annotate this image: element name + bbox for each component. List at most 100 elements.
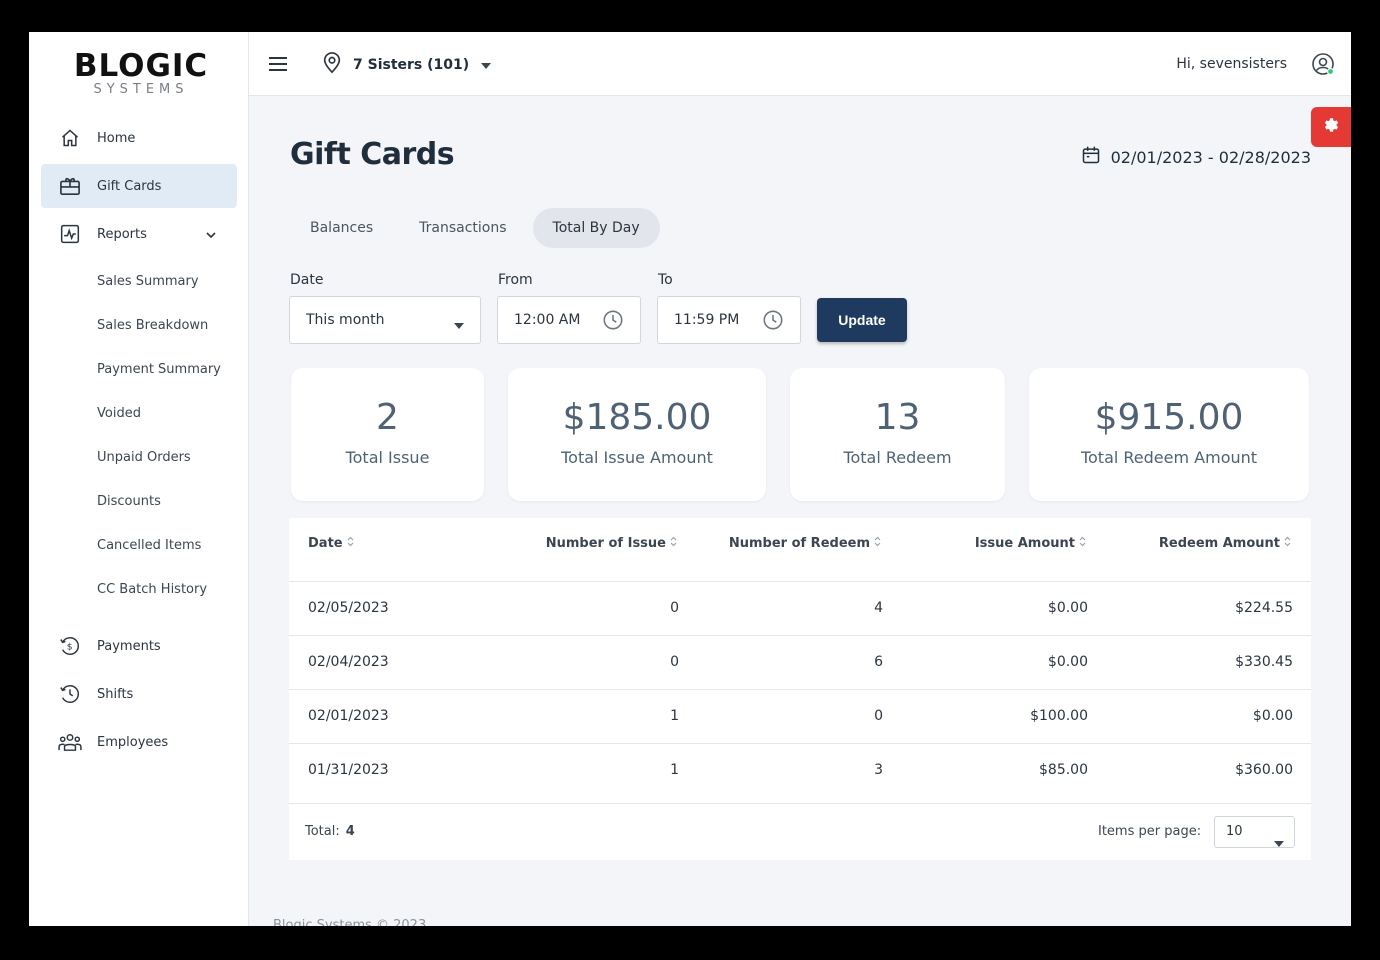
update-button[interactable]: Update bbox=[817, 298, 907, 342]
sidebar: BLOGIC SYSTEMS Home Gift Cards Reports S… bbox=[29, 32, 249, 926]
summary-label: Total Redeem bbox=[843, 448, 952, 467]
tab-balances[interactable]: Balances bbox=[290, 208, 393, 248]
reports-icon bbox=[58, 222, 82, 246]
caret-down-icon bbox=[454, 317, 464, 333]
summary-value: $915.00 bbox=[1094, 397, 1244, 438]
table-header: Date Number of Issue Number of Redeem Is… bbox=[289, 518, 1311, 582]
cell-number-of-redeem: 6 bbox=[874, 654, 883, 670]
sidebar-item-label: Home bbox=[97, 130, 136, 146]
shifts-icon bbox=[58, 682, 82, 706]
sidebar-item-label: Payments bbox=[97, 638, 161, 654]
from-time-label: From bbox=[498, 272, 533, 288]
clock-icon[interactable] bbox=[762, 309, 784, 335]
cell-issue-amount: $100.00 bbox=[1030, 708, 1088, 724]
caret-down-icon bbox=[481, 57, 492, 73]
column-header-label: Issue Amount bbox=[974, 536, 1075, 551]
sidebar-item-label: Gift Cards bbox=[97, 178, 162, 194]
sidebar-item-reports[interactable]: Reports bbox=[41, 212, 237, 256]
logo-main: BLOGIC bbox=[73, 48, 209, 84]
cell-date: 02/04/2023 bbox=[308, 654, 389, 670]
tab-transactions[interactable]: Transactions bbox=[399, 208, 526, 248]
app-screen: BLOGIC SYSTEMS Home Gift Cards Reports S… bbox=[29, 32, 1351, 926]
sidebar-subitem-payment-summary[interactable]: Payment Summary bbox=[97, 360, 221, 380]
items-per-page-value: 10 bbox=[1226, 824, 1243, 839]
tab-bar: Balances Transactions Total By Day bbox=[290, 208, 666, 248]
to-time-label: To bbox=[658, 272, 673, 288]
sidebar-subitem-voided[interactable]: Voided bbox=[97, 404, 141, 424]
cell-number-of-redeem: 0 bbox=[874, 708, 883, 724]
from-time-value: 12:00 AM bbox=[514, 312, 581, 328]
date-select[interactable]: This month bbox=[289, 296, 481, 344]
summary-label: Total Issue Amount bbox=[561, 448, 713, 467]
user-avatar-icon[interactable] bbox=[1311, 52, 1335, 76]
employees-icon bbox=[58, 730, 82, 754]
table-row: 02/01/2023 1 0 $100.00 $0.00 bbox=[289, 690, 1311, 744]
summary-card-total-redeem-amount: $915.00 Total Redeem Amount bbox=[1029, 368, 1309, 501]
sidebar-subitem-cancelled-items[interactable]: Cancelled Items bbox=[97, 536, 201, 556]
cell-number-of-redeem: 4 bbox=[874, 600, 883, 616]
column-header-issue-amount[interactable]: Issue Amount bbox=[975, 536, 1086, 551]
sidebar-item-shifts[interactable]: Shifts bbox=[41, 672, 237, 716]
cell-date: 02/01/2023 bbox=[308, 708, 389, 724]
sidebar-item-payments[interactable]: $ Payments bbox=[41, 624, 237, 668]
column-header-label: Date bbox=[308, 536, 343, 551]
logo[interactable]: BLOGIC SYSTEMS bbox=[61, 50, 221, 97]
sidebar-subitem-unpaid-orders[interactable]: Unpaid Orders bbox=[97, 448, 191, 468]
sort-icon bbox=[347, 536, 354, 551]
items-per-page-select[interactable]: 10 bbox=[1214, 816, 1295, 848]
sidebar-subitem-sales-summary[interactable]: Sales Summary bbox=[97, 272, 199, 292]
sort-icon bbox=[1284, 536, 1291, 551]
column-header-label: Redeem Amount bbox=[1158, 536, 1280, 551]
summary-value: 13 bbox=[874, 397, 921, 438]
summary-card-total-issue-amount: $185.00 Total Issue Amount bbox=[508, 368, 766, 501]
sidebar-subitem-sales-breakdown[interactable]: Sales Breakdown bbox=[97, 316, 208, 336]
clock-icon[interactable] bbox=[602, 309, 624, 335]
sidebar-subitem-discounts[interactable]: Discounts bbox=[97, 492, 161, 512]
column-header-number-of-issue[interactable]: Number of Issue bbox=[546, 536, 677, 551]
cell-number-of-issue: 0 bbox=[670, 654, 679, 670]
sidebar-item-employees[interactable]: Employees bbox=[41, 720, 237, 764]
to-time-input[interactable]: 11:59 PM bbox=[657, 296, 801, 344]
cell-issue-amount: $0.00 bbox=[1047, 654, 1088, 670]
device-frame: BLOGIC SYSTEMS Home Gift Cards Reports S… bbox=[0, 0, 1380, 960]
column-header-number-of-redeem[interactable]: Number of Redeem bbox=[729, 536, 881, 551]
items-per-page-label: Items per page: bbox=[1098, 824, 1202, 839]
date-range-picker[interactable]: 02/01/2023 - 02/28/2023 bbox=[1081, 145, 1311, 169]
gift-card-icon bbox=[58, 174, 82, 198]
hamburger-menu-icon[interactable] bbox=[267, 54, 289, 74]
column-header-date[interactable]: Date bbox=[308, 536, 354, 551]
caret-down-icon bbox=[1274, 829, 1284, 859]
chevron-down-icon bbox=[205, 228, 217, 243]
summary-label: Total Redeem Amount bbox=[1080, 448, 1258, 467]
topbar: 7 Sisters (101) Hi, sevensisters bbox=[249, 32, 1351, 96]
cell-issue-amount: $85.00 bbox=[1039, 762, 1088, 778]
summary-card-total-redeem: 13 Total Redeem bbox=[790, 368, 1005, 501]
gear-icon bbox=[1322, 116, 1340, 138]
sort-icon bbox=[670, 536, 677, 551]
location-label: 7 Sisters (101) bbox=[353, 57, 470, 73]
sort-icon bbox=[874, 536, 881, 551]
table-total: Total: 4 bbox=[305, 824, 355, 839]
payments-icon: $ bbox=[58, 634, 82, 658]
cell-number-of-issue: 0 bbox=[670, 600, 679, 616]
sidebar-subitem-cc-batch-history[interactable]: CC Batch History bbox=[97, 580, 207, 600]
cell-number-of-redeem: 3 bbox=[874, 762, 883, 778]
settings-button[interactable] bbox=[1311, 107, 1351, 147]
summary-value: 2 bbox=[376, 397, 399, 438]
total-count: 4 bbox=[345, 824, 355, 839]
calendar-icon bbox=[1081, 145, 1101, 169]
location-selector[interactable]: 7 Sisters (101) bbox=[321, 52, 492, 78]
sidebar-item-label: Shifts bbox=[97, 686, 134, 702]
tab-total-by-day[interactable]: Total By Day bbox=[532, 208, 660, 248]
table-row: 02/04/2023 0 6 $0.00 $330.45 bbox=[289, 636, 1311, 690]
sidebar-item-gift-cards[interactable]: Gift Cards bbox=[41, 164, 237, 208]
footer-copyright: Blogic Systems © 2023 bbox=[273, 918, 427, 926]
column-header-redeem-amount[interactable]: Redeem Amount bbox=[1159, 536, 1291, 551]
cell-issue-amount: $0.00 bbox=[1047, 600, 1088, 616]
svg-text:$: $ bbox=[67, 642, 73, 653]
from-time-input[interactable]: 12:00 AM bbox=[497, 296, 641, 344]
cell-number-of-issue: 1 bbox=[670, 762, 679, 778]
sidebar-item-home[interactable]: Home bbox=[41, 116, 237, 160]
date-filter-label: Date bbox=[290, 272, 324, 288]
cell-number-of-issue: 1 bbox=[670, 708, 679, 724]
